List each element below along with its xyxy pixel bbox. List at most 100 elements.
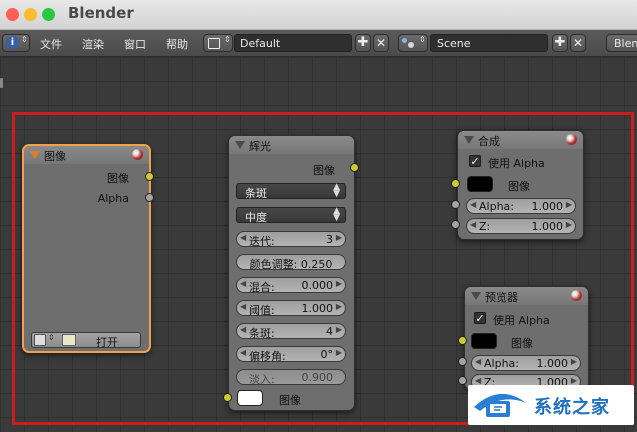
angle-offset-field[interactable]: ◀ 偏移角: 0° ▶ <box>236 346 346 363</box>
close-window-button[interactable] <box>6 8 19 21</box>
viewer-use-alpha-checkbox[interactable]: ✓ <box>474 312 486 324</box>
preview-sphere-icon[interactable] <box>566 134 577 145</box>
color-modulation-field[interactable]: 颜色调整: 0.250 <box>236 254 346 271</box>
add-scene-button[interactable]: ✚ <box>552 34 568 52</box>
composite-image-swatch[interactable] <box>467 176 493 192</box>
increment-arrow-icon[interactable]: ▶ <box>571 376 577 385</box>
angle-offset-value: 0° <box>320 348 334 361</box>
maximize-window-button[interactable] <box>42 8 55 21</box>
decrement-arrow-icon[interactable]: ◀ <box>470 200 476 209</box>
menu-help[interactable]: 帮助 <box>166 36 188 52</box>
image-node-header[interactable]: 图像 <box>24 146 149 164</box>
increment-arrow-icon[interactable]: ▶ <box>336 348 342 357</box>
threshold-field[interactable]: ◀ 阈值: 1.000 ▶ <box>236 300 346 317</box>
increment-arrow-icon[interactable]: ▶ <box>336 302 342 311</box>
updown-icon: ▲ ▼ <box>333 206 340 223</box>
updown-icon: ⇕ <box>419 35 426 44</box>
increment-arrow-icon[interactable]: ▶ <box>571 357 577 366</box>
glare-image-input-socket[interactable] <box>223 393 232 402</box>
composite-use-alpha-label: 使用 Alpha <box>488 157 545 170</box>
glare-node-header[interactable]: 辉光 <box>229 136 354 154</box>
viewer-alpha-field[interactable]: ◀ Alpha: 1.000 ▶ <box>471 355 581 371</box>
increment-arrow-icon[interactable]: ▶ <box>336 279 342 288</box>
remove-layout-button[interactable]: ✕ <box>373 34 389 52</box>
composite-node[interactable]: 合成 ✓ 使用 Alpha 图像 ◀ Alpha: 1.000 ▶ ◀ Z: 1… <box>457 130 584 240</box>
mix-field[interactable]: ◀ 混合: 0.000 ▶ <box>236 277 346 294</box>
menu-window[interactable]: 窗口 <box>124 36 146 52</box>
increment-arrow-icon[interactable]: ▶ <box>336 325 342 334</box>
decrement-arrow-icon[interactable]: ◀ <box>240 348 246 357</box>
watermark: 系统之家 <box>468 385 634 425</box>
editor-type-button[interactable]: i ⇕ <box>2 34 30 52</box>
viewer-image-swatch[interactable] <box>471 333 497 349</box>
menu-file[interactable]: 文件 <box>40 36 62 52</box>
checkmark-icon: ✓ <box>470 155 480 168</box>
increment-arrow-icon[interactable]: ▶ <box>566 220 572 229</box>
image-browse-row[interactable]: ⇕ 打开 <box>31 332 141 350</box>
updown-icon: ⇕ <box>21 35 28 44</box>
image-browse-icon[interactable] <box>34 334 46 346</box>
close-icon: ✕ <box>375 36 387 50</box>
close-icon: ✕ <box>572 36 584 50</box>
viewer-node[interactable]: 预览器 ✓ 使用 Alpha 图像 ◀ Alpha: 1.000 ▶ ◀ Z: … <box>464 286 589 390</box>
collapse-triangle-icon[interactable] <box>30 151 40 159</box>
preview-sphere-icon[interactable] <box>571 290 582 301</box>
region-edge-handle[interactable] <box>0 78 3 88</box>
threshold-label: 阈值: <box>249 304 275 317</box>
viewer-node-header[interactable]: 预览器 <box>465 287 588 305</box>
screen-layout-icon <box>208 38 220 49</box>
composite-node-header[interactable]: 合成 <box>458 131 583 149</box>
image-node[interactable]: 图像 图像 Alpha ⇕ 打开 <box>22 144 151 353</box>
scene-type-button[interactable]: ⇕ <box>398 34 428 52</box>
collapse-triangle-icon[interactable] <box>471 292 481 300</box>
scene-name-field[interactable]: Scene <box>430 34 548 52</box>
remove-scene-button[interactable]: ✕ <box>570 34 586 52</box>
streaks-field[interactable]: ◀ 条斑: 4 ▶ <box>236 323 346 340</box>
add-layout-button[interactable]: ✚ <box>355 34 371 52</box>
layout-name-field[interactable]: Default <box>234 34 352 52</box>
glare-quality-select[interactable]: 中度 ▲ ▼ <box>236 206 346 224</box>
decrement-arrow-icon[interactable]: ◀ <box>475 357 481 366</box>
viewer-use-alpha-label: 使用 Alpha <box>493 314 550 327</box>
layout-type-button[interactable]: ⇕ <box>203 34 233 52</box>
open-image-button[interactable]: 打开 <box>96 334 118 350</box>
composite-alpha-socket[interactable] <box>451 200 460 209</box>
glare-type-select[interactable]: 条斑 ▲ ▼ <box>236 182 346 200</box>
menu-render[interactable]: 渲染 <box>82 36 104 52</box>
increment-arrow-icon[interactable]: ▶ <box>566 200 572 209</box>
minimize-window-button[interactable] <box>24 8 37 21</box>
viewer-alpha-socket[interactable] <box>458 357 467 366</box>
decrement-arrow-icon[interactable]: ◀ <box>240 233 246 242</box>
glare-image-output-label: 图像 <box>313 164 335 177</box>
alpha-output-socket[interactable] <box>145 193 154 202</box>
collapse-triangle-icon[interactable] <box>235 141 245 149</box>
viewer-z-socket[interactable] <box>458 376 467 385</box>
threshold-value: 1.000 <box>301 302 334 315</box>
fade-field[interactable]: 淡入: 0.900 <box>236 369 346 386</box>
composite-use-alpha-checkbox[interactable]: ✓ <box>469 155 481 167</box>
glare-image-input-label: 图像 <box>279 394 301 407</box>
viewer-image-socket[interactable] <box>458 336 467 345</box>
composite-z-value: 1.000 <box>531 220 564 233</box>
composite-image-socket[interactable] <box>451 179 460 188</box>
decrement-arrow-icon[interactable]: ◀ <box>470 220 476 229</box>
glare-node[interactable]: 辉光 图像 条斑 ▲ ▼ 中度 ▲ ▼ ◀ 迭代: 3 ▶ 颜色调整: 0.250 … <box>228 135 355 411</box>
composite-alpha-field[interactable]: ◀ Alpha: 1.000 ▶ <box>466 198 576 214</box>
image-output-socket[interactable] <box>145 172 154 181</box>
image-output-label: 图像 <box>107 172 129 185</box>
composite-z-socket[interactable] <box>451 220 460 229</box>
glare-image-output-socket[interactable] <box>350 163 359 172</box>
composite-node-title: 合成 <box>478 135 500 148</box>
decrement-arrow-icon[interactable]: ◀ <box>475 376 481 385</box>
decrement-arrow-icon[interactable]: ◀ <box>240 325 246 334</box>
composite-z-field[interactable]: ◀ Z: 1.000 ▶ <box>466 218 576 234</box>
collapse-triangle-icon[interactable] <box>464 136 474 144</box>
updown-icon: ▲ ▼ <box>333 182 340 199</box>
increment-arrow-icon[interactable]: ▶ <box>336 233 342 242</box>
iterations-field[interactable]: ◀ 迭代: 3 ▶ <box>236 231 346 248</box>
preview-sphere-icon[interactable] <box>132 149 143 160</box>
decrement-arrow-icon[interactable]: ◀ <box>240 302 246 311</box>
decrement-arrow-icon[interactable]: ◀ <box>240 279 246 288</box>
glare-input-color-swatch[interactable] <box>237 390 263 406</box>
render-engine-select[interactable]: Blen <box>606 34 637 52</box>
